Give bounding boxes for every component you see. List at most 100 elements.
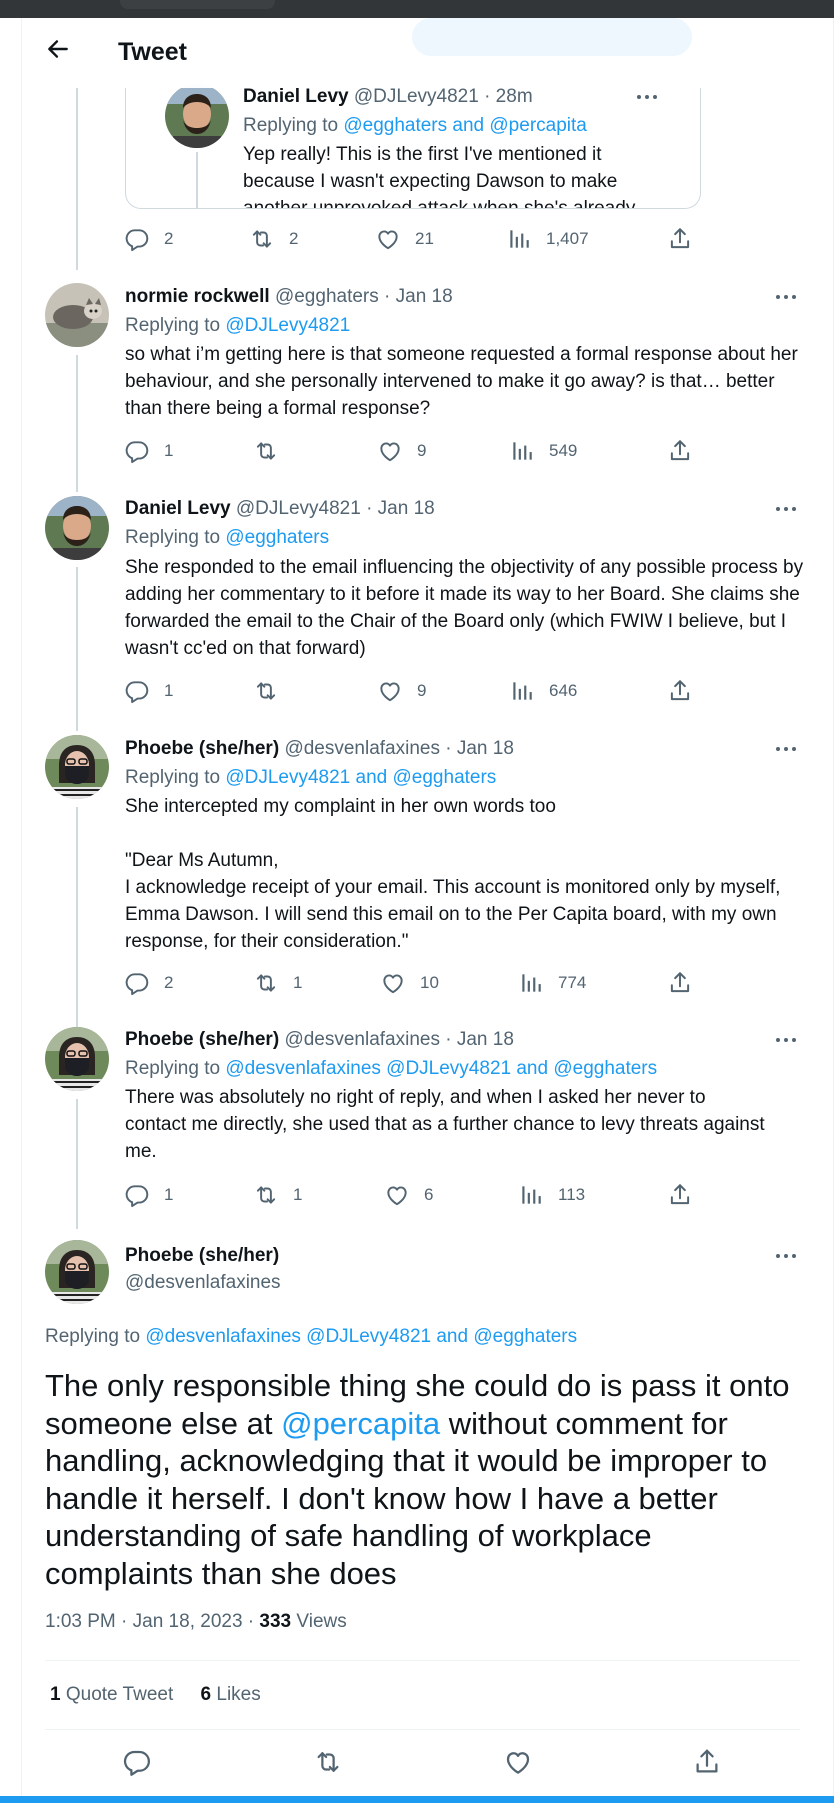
retweet-button[interactable]: 1 xyxy=(253,970,302,996)
avatar[interactable] xyxy=(45,283,109,347)
reply-button[interactable]: 1 xyxy=(124,678,173,704)
avatar[interactable] xyxy=(165,84,229,148)
view-count: 774 xyxy=(558,973,587,992)
more-icon[interactable] xyxy=(776,504,800,514)
share-button[interactable] xyxy=(667,678,693,704)
mention-link[interactable]: @desvenlafaxines @DJLevy4821 and @egghat… xyxy=(225,1058,657,1079)
replying-prefix: Replying to xyxy=(125,1058,221,1079)
like-button[interactable]: 9 xyxy=(377,438,426,464)
more-icon[interactable] xyxy=(776,292,800,302)
like-count: 6 xyxy=(424,1185,434,1204)
retweet-button[interactable] xyxy=(253,438,293,464)
more-icon[interactable] xyxy=(776,744,800,754)
views-button[interactable]: 646 xyxy=(509,678,577,704)
author-display-name[interactable]: Phoebe (she/her) xyxy=(125,1029,279,1050)
replying-prefix: Replying to xyxy=(125,527,221,548)
tweet-text: There was absolutely no right of reply, … xyxy=(125,1087,765,1162)
tweet-timestamp: 1:03 PM · Jan 18, 2023 · 333 Views xyxy=(45,1611,347,1633)
reply-button[interactable]: 1 xyxy=(124,1182,173,1208)
author-display-name[interactable]: Daniel Levy xyxy=(125,498,231,519)
replying-to: Replying to @desvenlafaxines @DJLevy4821… xyxy=(125,1057,657,1081)
tweet-stats: 1 Quote Tweet 6 Likes xyxy=(50,1684,261,1706)
like-button[interactable]: 9 xyxy=(377,678,426,704)
mention-link[interactable]: @percapita xyxy=(281,1406,440,1441)
more-icon[interactable] xyxy=(776,1251,800,1261)
author-handle[interactable]: @DJLevy4821 · Jan 18 xyxy=(236,498,435,519)
retweet-button[interactable] xyxy=(253,678,293,704)
author-handle[interactable]: @egghaters · Jan 18 xyxy=(275,286,453,307)
timestamp-text[interactable]: 1:03 PM · Jan 18, 2023 · xyxy=(45,1611,259,1632)
thread-line xyxy=(76,567,78,731)
avatar[interactable] xyxy=(45,496,109,560)
reply-button[interactable]: 2 xyxy=(124,970,173,996)
reply-count: 2 xyxy=(164,229,174,248)
avatar[interactable] xyxy=(45,735,109,799)
like-button[interactable]: 6 xyxy=(384,1182,433,1208)
author-handle[interactable]: @desvenlafaxines xyxy=(125,1271,281,1295)
tweet-text: She intercepted my complaint in her own … xyxy=(125,796,781,952)
share-button[interactable] xyxy=(667,226,693,252)
views-label: Views xyxy=(291,1611,347,1632)
author-display-name[interactable]: normie rockwell xyxy=(125,286,270,307)
avatar[interactable] xyxy=(45,1027,109,1091)
share-button[interactable] xyxy=(667,438,693,464)
browser-tab[interactable] xyxy=(120,0,275,9)
more-icon[interactable] xyxy=(637,92,661,102)
mention-link[interactable]: @DJLevy4821 and @egghaters xyxy=(225,767,496,788)
like-icon xyxy=(377,438,403,464)
author-handle[interactable]: @desvenlafaxines · Jan 18 xyxy=(284,1029,513,1050)
author-name[interactable]: Daniel Levy @DJLevy4821 · Jan 18 xyxy=(125,497,435,521)
quote-count: 1 xyxy=(50,1684,61,1705)
mention-link[interactable]: @DJLevy4821 xyxy=(225,315,350,336)
reply-icon xyxy=(124,1182,150,1208)
author-name[interactable]: Phoebe (she/her) @desvenlafaxines · Jan … xyxy=(125,737,514,761)
text-line: another unprovoked attack when she's alr… xyxy=(243,195,683,208)
likes-link[interactable]: 6 Likes xyxy=(201,1684,261,1705)
like-icon xyxy=(384,1182,410,1208)
like-button[interactable]: 10 xyxy=(380,970,439,996)
divider xyxy=(45,1660,800,1661)
views-button[interactable]: 549 xyxy=(509,438,577,464)
main-tweet-text: The only responsible thing she could do … xyxy=(45,1367,805,1592)
reply-icon xyxy=(122,1747,152,1777)
retweet-button[interactable]: 2 xyxy=(249,226,298,252)
retweet-button[interactable]: 1 xyxy=(253,1182,302,1208)
share-icon xyxy=(667,970,693,996)
author-handle[interactable]: @desvenlafaxines · Jan 18 xyxy=(284,738,513,759)
mention-link[interactable]: @egghaters and @percapita xyxy=(343,115,587,136)
more-icon[interactable] xyxy=(776,1035,800,1045)
text-line: because I wasn't expecting Dawson to mak… xyxy=(243,171,618,192)
retweet-count: 1 xyxy=(293,973,303,992)
quote-tweets-link[interactable]: 1 Quote Tweet xyxy=(50,1684,173,1705)
reply-button[interactable]: 1 xyxy=(124,438,173,464)
like-button[interactable] xyxy=(503,1747,533,1777)
views-button[interactable]: 774 xyxy=(518,970,586,996)
author-display-name[interactable]: Daniel Levy xyxy=(243,86,349,107)
author-name[interactable]: Phoebe (she/her) @desvenlafaxines · Jan … xyxy=(125,1028,514,1052)
author-display-name[interactable]: Phoebe (she/her) xyxy=(125,738,279,759)
reply-button[interactable]: 2 xyxy=(124,226,173,252)
views-button[interactable]: 113 xyxy=(518,1182,585,1208)
author-handle[interactable]: @DJLevy4821 · 28m xyxy=(354,86,533,107)
like-button[interactable]: 21 xyxy=(375,226,434,252)
share-button[interactable] xyxy=(667,970,693,996)
author-name[interactable]: normie rockwell @egghaters · Jan 18 xyxy=(125,285,453,309)
mention-link[interactable]: @egghaters xyxy=(225,527,329,548)
share-button[interactable] xyxy=(667,1182,693,1208)
avatar[interactable] xyxy=(45,1240,109,1304)
views-button[interactable]: 1,407 xyxy=(506,226,589,252)
view-count: 549 xyxy=(549,441,578,460)
retweet-icon xyxy=(313,1747,343,1777)
author-display-name[interactable]: Phoebe (she/her) xyxy=(125,1244,279,1268)
retweet-button[interactable] xyxy=(313,1747,343,1777)
timeline-border-left xyxy=(21,18,22,1803)
author-name[interactable]: Daniel Levy @DJLevy4821 · 28m xyxy=(243,85,533,109)
reply-icon xyxy=(124,970,150,996)
back-arrow-icon[interactable] xyxy=(45,36,71,62)
view-count: 646 xyxy=(549,681,578,700)
share-button[interactable] xyxy=(692,1747,722,1777)
like-icon xyxy=(375,226,401,252)
reply-button[interactable] xyxy=(122,1747,152,1777)
tweet-text: so what i’m getting here is that someone… xyxy=(125,344,798,419)
mention-link[interactable]: @desvenlafaxines @DJLevy4821 and @egghat… xyxy=(145,1326,577,1347)
